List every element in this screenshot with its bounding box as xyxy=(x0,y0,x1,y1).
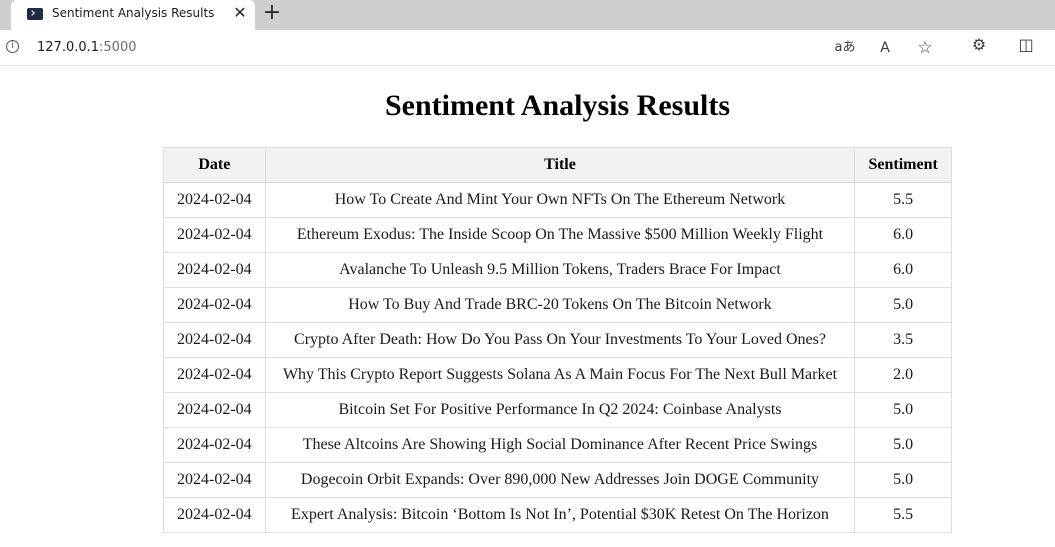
split-screen-icon[interactable]: ◫ xyxy=(1015,35,1037,55)
results-table: Date Title Sentiment 2024-02-04 How To C… xyxy=(163,147,952,533)
url-text[interactable]: 127.0.0.1:5000 xyxy=(37,40,137,55)
sentiment-cell: 5.0 xyxy=(854,392,952,428)
title-cell: Avalanche To Unleash 9.5 Million Tokens,… xyxy=(264,252,856,288)
sentiment-cell: 6.0 xyxy=(854,252,952,288)
table-row: 2024-02-04 Expert Analysis: Bitcoin ‘Bot… xyxy=(163,497,952,533)
date-cell: 2024-02-04 xyxy=(163,497,266,533)
sentiment-cell: 5.0 xyxy=(854,287,952,323)
date-cell: 2024-02-04 xyxy=(163,322,266,358)
sentiment-cell: 2.0 xyxy=(854,357,952,393)
page-title: Sentiment Analysis Results xyxy=(384,89,731,122)
terminal-icon xyxy=(27,8,43,20)
column-header-date: Date xyxy=(163,147,266,183)
column-header-sentiment: Sentiment xyxy=(854,147,952,183)
title-cell: Expert Analysis: Bitcoin ‘Bottom Is Not … xyxy=(264,497,856,533)
table-row: 2024-02-04 Crypto After Death: How Do Yo… xyxy=(163,322,952,358)
table-row: 2024-02-04 How To Create And Mint Your O… xyxy=(163,182,952,218)
table-row: 2024-02-04 Dogecoin Orbit Expands: Over … xyxy=(163,462,952,498)
table-row: 2024-02-04 Why This Crypto Report Sugges… xyxy=(163,357,952,393)
read-aloud-icon[interactable]: A xyxy=(874,38,896,58)
table-row: 2024-02-04 Avalanche To Unleash 9.5 Mill… xyxy=(163,252,952,288)
table-header-row: Date Title Sentiment xyxy=(163,147,952,183)
tab-title: Sentiment Analysis Results xyxy=(52,6,215,20)
title-cell: Ethereum Exodus: The Inside Scoop On The… xyxy=(264,217,856,253)
title-cell: These Altcoins Are Showing High Social D… xyxy=(264,427,856,463)
date-cell: 2024-02-04 xyxy=(163,357,266,393)
address-bar[interactable]: i 127.0.0.1:5000 aあ A ☆ xyxy=(0,33,948,62)
sentiment-cell: 5.0 xyxy=(854,462,952,498)
table-row: 2024-02-04 Ethereum Exodus: The Inside S… xyxy=(163,217,952,253)
site-info-icon[interactable]: i xyxy=(6,40,19,53)
date-cell: 2024-02-04 xyxy=(163,217,266,253)
date-cell: 2024-02-04 xyxy=(163,392,266,428)
date-cell: 2024-02-04 xyxy=(163,182,266,218)
title-cell: How To Create And Mint Your Own NFTs On … xyxy=(264,182,856,218)
close-tab-icon[interactable]: ✕ xyxy=(231,4,249,22)
url-port: :5000 xyxy=(99,40,137,55)
date-cell: 2024-02-04 xyxy=(163,252,266,288)
browser-tab[interactable]: Sentiment Analysis Results ✕ xyxy=(11,0,255,30)
date-cell: 2024-02-04 xyxy=(163,427,266,463)
column-header-title: Title xyxy=(264,147,856,183)
title-cell: Crypto After Death: How Do You Pass On Y… xyxy=(264,322,856,358)
title-cell: Why This Crypto Report Suggests Solana A… xyxy=(264,357,856,393)
sentiment-cell: 5.0 xyxy=(854,427,952,463)
title-cell: Dogecoin Orbit Expands: Over 890,000 New… xyxy=(264,462,856,498)
date-cell: 2024-02-04 xyxy=(163,287,266,323)
tab-strip: Sentiment Analysis Results ✕ + xyxy=(0,0,1055,30)
sentiment-cell: 6.0 xyxy=(854,217,952,253)
table-row: 2024-02-04 These Altcoins Are Showing Hi… xyxy=(163,427,952,463)
favorite-star-icon[interactable]: ☆ xyxy=(914,38,936,58)
extensions-icon[interactable]: ⚙ xyxy=(968,35,990,55)
table-row: 2024-02-04 How To Buy And Trade BRC-20 T… xyxy=(163,287,952,323)
sentiment-cell: 5.5 xyxy=(854,497,952,533)
table-row: 2024-02-04 Bitcoin Set For Positive Perf… xyxy=(163,392,952,428)
sentiment-cell: 3.5 xyxy=(854,322,952,358)
new-tab-button[interactable]: + xyxy=(262,2,282,24)
url-host: 127.0.0.1 xyxy=(37,40,100,55)
translate-icon[interactable]: aあ xyxy=(834,38,856,58)
title-cell: How To Buy And Trade BRC-20 Tokens On Th… xyxy=(264,287,856,323)
sentiment-cell: 5.5 xyxy=(854,182,952,218)
browser-toolbar: i 127.0.0.1:5000 aあ A ☆ ⚙ ◫ xyxy=(0,30,1055,66)
title-cell: Bitcoin Set For Positive Performance In … xyxy=(264,392,856,428)
date-cell: 2024-02-04 xyxy=(163,462,266,498)
